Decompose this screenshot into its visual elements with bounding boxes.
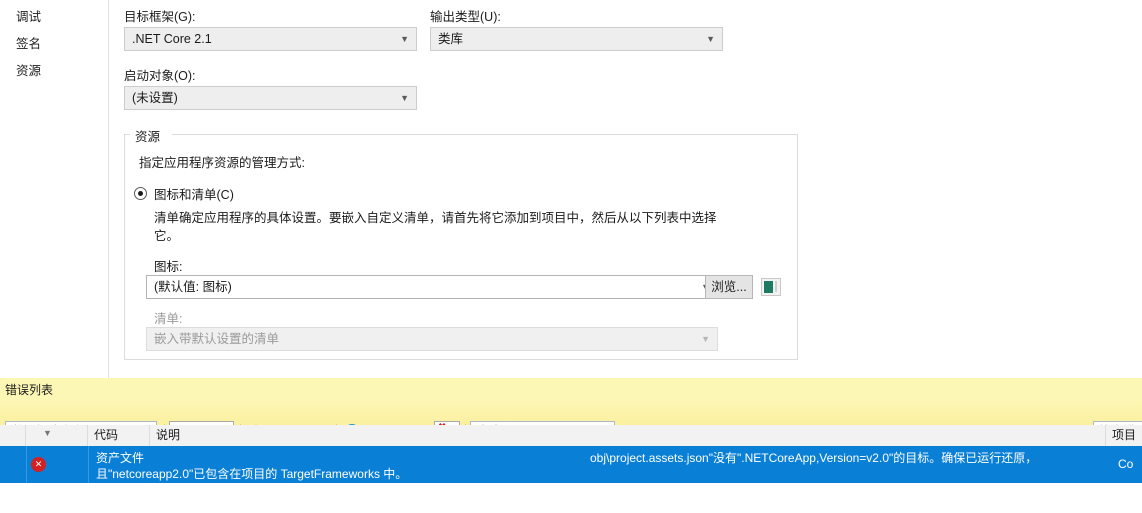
- row-cell-divider: [88, 446, 89, 483]
- error-list-panel: 错误列表 整个解决方案 ▼ 错误 1 6警告 的 0 1消息 的 0: [0, 378, 1142, 513]
- target-framework-value: .NET Core 2.1: [132, 32, 212, 46]
- column-header-project[interactable]: 项目: [1106, 425, 1142, 446]
- error-row-code: 资产文件: [96, 451, 145, 465]
- error-icon: [31, 457, 46, 472]
- startup-object-value: (未设置): [132, 91, 178, 105]
- error-row-project: Co: [1118, 457, 1134, 471]
- column-header-description[interactable]: 说明: [150, 425, 1106, 446]
- error-list-title: 错误列表: [5, 383, 54, 397]
- icon-combobox[interactable]: (默认值: 图标) ▼: [146, 275, 718, 299]
- manifest-label: 清单:: [154, 312, 183, 326]
- properties-sidebar: 调试 签名 资源: [0, 0, 108, 378]
- chevron-down-icon: ▼: [706, 34, 715, 44]
- target-framework-label: 目标框架(G):: [124, 10, 196, 24]
- error-list-toolbar: 整个解决方案 ▼ 错误 1 6警告 的 0 1消息 的 0 ✖: [0, 399, 1142, 449]
- output-type-value: 类库: [438, 32, 464, 46]
- chevron-down-icon: ▼: [701, 334, 710, 344]
- table-row[interactable]: 资产文件 obj\project.assets.json"没有".NETCore…: [0, 446, 1142, 483]
- sidebar-divider: [108, 0, 109, 378]
- error-row-description-line2: 且"netcoreapp2.0"已包含在项目的 TargetFrameworks…: [96, 467, 408, 481]
- icon-label: 图标:: [154, 260, 183, 274]
- row-cell-divider: [26, 446, 27, 483]
- chevron-down-icon: ▼: [400, 34, 409, 44]
- sidebar-item-debug[interactable]: 调试: [16, 6, 41, 25]
- icon-and-manifest-label[interactable]: 图标和清单(C): [154, 186, 234, 204]
- sidebar-item-signing[interactable]: 签名: [16, 33, 41, 52]
- target-framework-combobox[interactable]: .NET Core 2.1 ▼: [124, 27, 417, 51]
- sort-indicator-icon: ▼: [43, 428, 52, 438]
- output-type-combobox[interactable]: 类库 ▼: [430, 27, 723, 51]
- error-grid-header: ▼ 代码 说明 项目: [0, 425, 1142, 447]
- chevron-down-icon: ▼: [400, 93, 409, 103]
- resources-groupbox: 资源 指定应用程序资源的管理方式: 图标和清单(C) 清单确定应用程序的具体设置…: [124, 126, 798, 360]
- project-properties-page: 调试 签名 资源 目标框架(G): .NET Core 2.1 ▼ 输出类型(U…: [0, 0, 1142, 378]
- groupbox-top-right-line: [172, 134, 798, 135]
- column-header-severity[interactable]: [26, 425, 88, 446]
- icon-and-manifest-radio[interactable]: [134, 187, 147, 200]
- sidebar-item-resources[interactable]: 资源: [16, 60, 41, 79]
- icon-preview-thumbnail: [761, 278, 781, 296]
- error-row-description-line1: obj\project.assets.json"没有".NETCoreApp,V…: [590, 451, 1038, 465]
- groupbox-top-left-line: [124, 134, 130, 135]
- icon-value: (默认值: 图标): [154, 280, 232, 294]
- visual-studio-project-properties-screen: 调试 签名 资源 目标框架(G): .NET Core 2.1 ▼ 输出类型(U…: [0, 0, 1142, 513]
- icon-preview-glyph: [764, 281, 773, 293]
- radio-selected-dot: [138, 191, 143, 196]
- manifest-value: 嵌入带默认设置的清单: [154, 332, 280, 346]
- error-list-caption-bar: 错误列表: [0, 378, 1142, 399]
- manifest-help-line1: 清单确定应用程序的具体设置。要嵌入自定义清单，请首先将它添加到项目中，然后从以下…: [154, 211, 717, 225]
- icon-browse-button[interactable]: 浏览...: [705, 275, 753, 299]
- manifest-help-line2: 它。: [154, 229, 180, 243]
- resources-groupbox-title: 资源: [132, 126, 164, 145]
- resources-intro-text: 指定应用程序资源的管理方式:: [139, 156, 305, 170]
- manifest-combobox[interactable]: 嵌入带默认设置的清单 ▼: [146, 327, 718, 351]
- startup-object-label: 启动对象(O):: [124, 69, 196, 83]
- column-header-code[interactable]: 代码: [88, 425, 150, 446]
- icon-preview-edge: [775, 281, 777, 292]
- startup-object-combobox[interactable]: (未设置) ▼: [124, 86, 417, 110]
- column-header-spacer[interactable]: [0, 425, 26, 446]
- output-type-label: 输出类型(U):: [430, 10, 501, 24]
